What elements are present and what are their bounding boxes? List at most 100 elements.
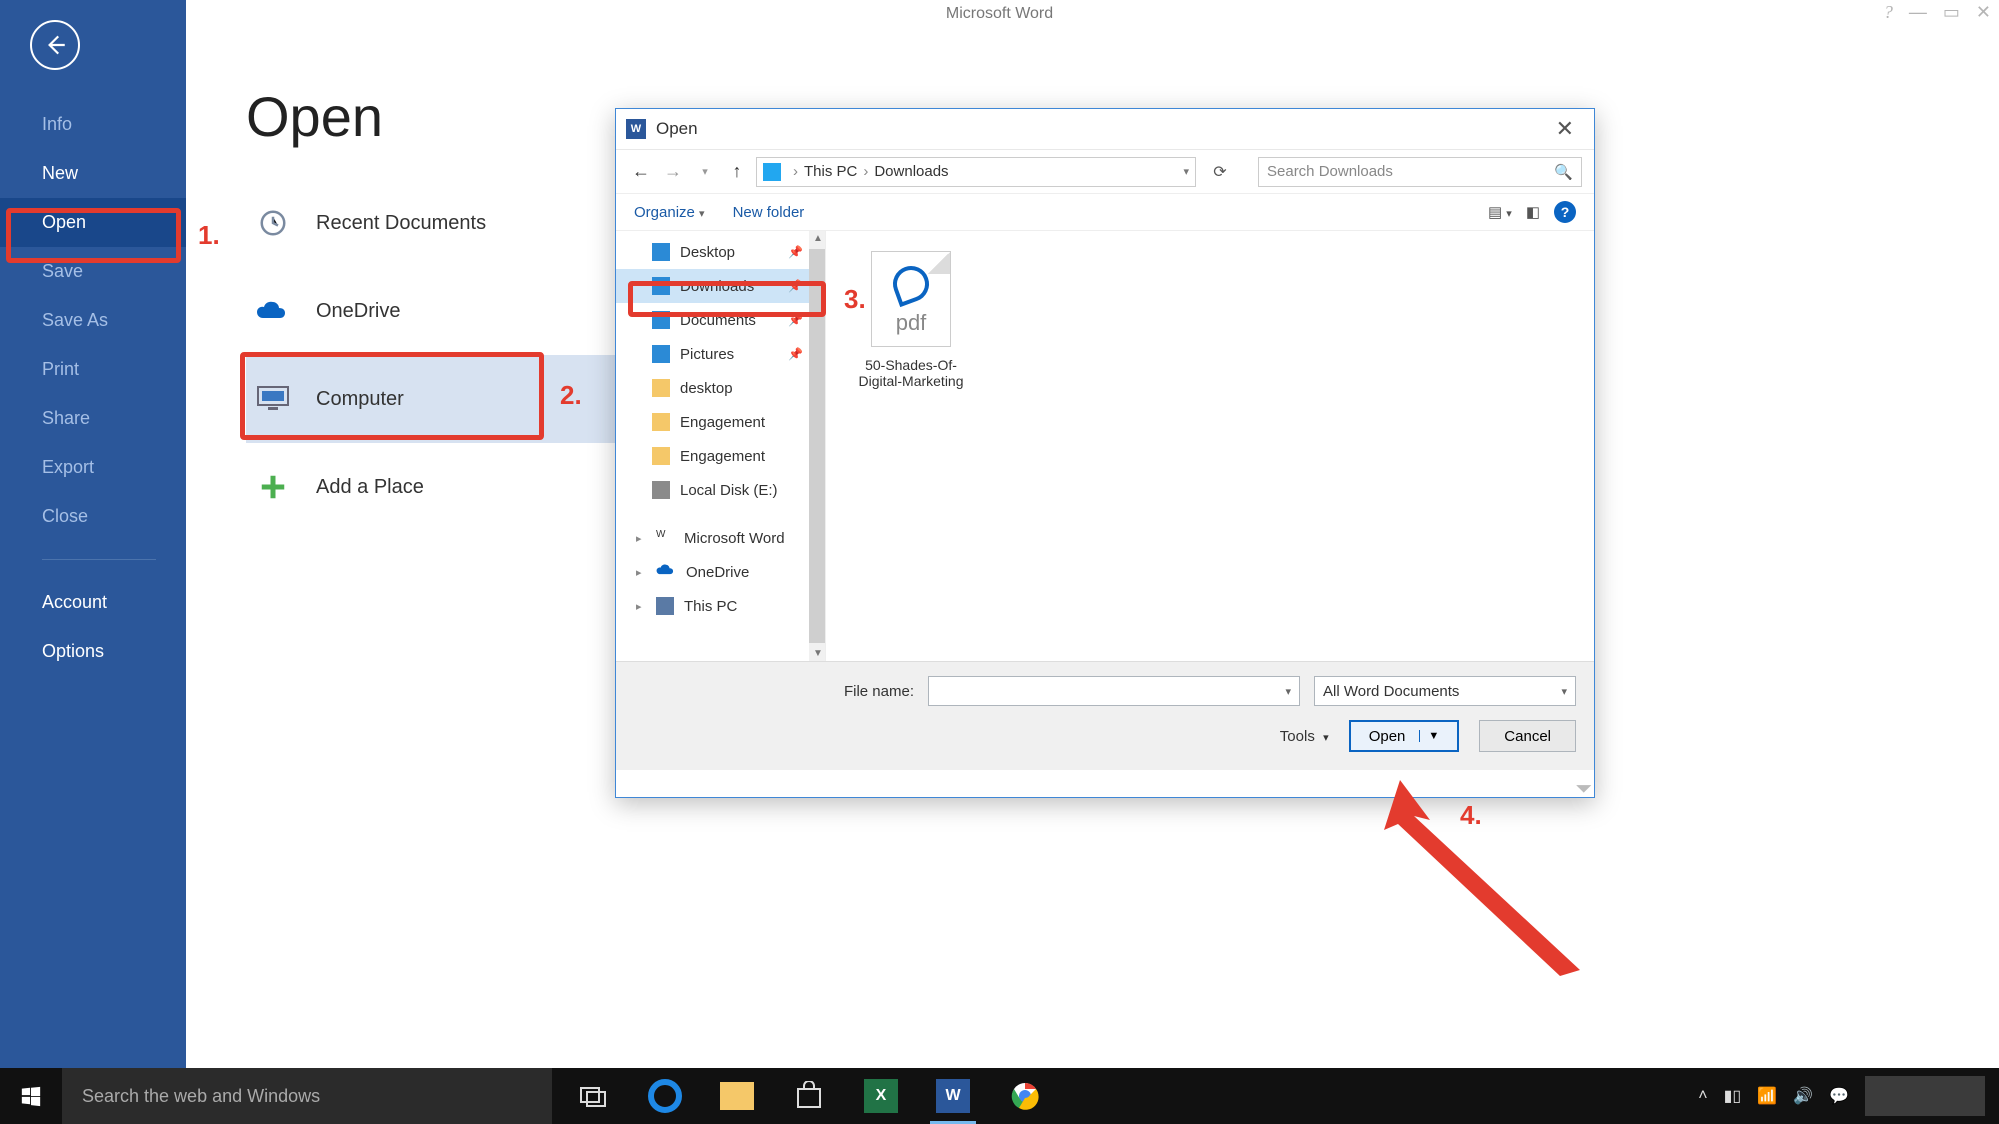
taskbar-app-excel[interactable]: X — [860, 1075, 902, 1117]
place-recent-documents[interactable]: Recent Documents — [246, 179, 666, 267]
backstage-item-save-as[interactable]: Save As — [0, 296, 186, 345]
cancel-button[interactable]: Cancel — [1479, 720, 1576, 752]
expand-icon[interactable]: ▸ — [636, 600, 646, 613]
scrollbar[interactable]: ▲ ▼ — [809, 231, 825, 661]
backstage-item-save[interactable]: Save — [0, 247, 186, 296]
taskbar-app-word[interactable]: W — [932, 1075, 974, 1117]
place-onedrive[interactable]: OneDrive — [246, 267, 666, 355]
callout-label-2: 2. — [560, 380, 582, 411]
taskbar-app-edge[interactable] — [644, 1075, 686, 1117]
tray-expand-icon[interactable]: ˄ — [1698, 1087, 1707, 1105]
task-view-button[interactable] — [572, 1075, 614, 1117]
expand-icon[interactable]: ▸ — [636, 566, 646, 579]
tree-item-folder[interactable]: Engagement — [616, 405, 825, 439]
volume-icon[interactable]: 🔊 — [1793, 1086, 1813, 1106]
chrome-icon — [1010, 1081, 1040, 1111]
filetype-select[interactable]: All Word Documents▾ — [1314, 676, 1576, 706]
dialog-help-button[interactable]: ? — [1554, 201, 1576, 223]
open-split-dropdown[interactable]: ▼ — [1419, 730, 1439, 742]
taskbar-app-chrome[interactable] — [1004, 1075, 1046, 1117]
place-label: Add a Place — [316, 476, 424, 499]
breadcrumb-path[interactable]: › This PC › Downloads ▾ — [756, 157, 1196, 187]
open-button[interactable]: Open▼ — [1349, 720, 1460, 752]
scrollbar-thumb[interactable] — [809, 249, 825, 643]
back-button[interactable] — [30, 20, 80, 70]
file-item[interactable]: pdf 50-Shades-Of-Digital-Marketing — [846, 251, 976, 389]
backstage-item-account[interactable]: Account — [0, 578, 186, 627]
preview-pane-button[interactable]: ◧ — [1526, 203, 1540, 221]
word-icon: W — [936, 1079, 970, 1113]
nav-forward-button[interactable]: → — [660, 161, 686, 182]
callout-label-4: 4. — [1460, 800, 1482, 831]
tree-group-onedrive[interactable]: ▸OneDrive — [616, 555, 825, 589]
pin-icon: 📌 — [788, 279, 803, 293]
file-list[interactable]: pdf 50-Shades-Of-Digital-Marketing — [826, 231, 1594, 661]
tree-item-folder[interactable]: desktop — [616, 371, 825, 405]
tree-item-desktop[interactable]: Desktop📌 — [616, 235, 825, 269]
filename-input[interactable]: ▾ — [928, 676, 1300, 706]
scroll-up-icon[interactable]: ▲ — [813, 233, 823, 244]
notifications-icon[interactable]: 💬 — [1829, 1086, 1849, 1106]
titlebar: Microsoft Word ? — ▭ ✕ — [0, 0, 1999, 28]
tree-item-pictures[interactable]: Pictures📌 — [616, 337, 825, 371]
backstage-item-new[interactable]: New — [0, 149, 186, 198]
pin-icon: 📌 — [788, 347, 803, 361]
tree-group-this-pc[interactable]: ▸This PC — [616, 589, 825, 623]
tree-group-word[interactable]: ▸WMicrosoft Word — [616, 521, 825, 555]
nav-recent-dropdown[interactable]: ▾ — [692, 165, 718, 178]
organize-menu[interactable]: Organize ▾ — [634, 204, 705, 221]
pin-icon: 📌 — [788, 313, 803, 327]
dialog-nav-bar: ← → ▾ ↑ › This PC › Downloads ▾ ⟳ Search… — [616, 149, 1594, 193]
backstage-item-options[interactable]: Options — [0, 627, 186, 676]
tools-menu[interactable]: Tools ▾ — [1280, 728, 1329, 745]
close-window-button[interactable]: ✕ — [1976, 2, 1991, 23]
folder-icon — [720, 1082, 754, 1110]
arrow-left-icon — [42, 32, 68, 58]
scroll-down-icon[interactable]: ▼ — [813, 648, 823, 659]
backstage-item-print[interactable]: Print — [0, 345, 186, 394]
chevron-down-icon[interactable]: ▾ — [1183, 165, 1189, 178]
file-thumbnail: pdf — [871, 251, 951, 347]
dialog-close-button[interactable]: ✕ — [1546, 116, 1584, 142]
tree-item-local-disk[interactable]: Local Disk (E:) — [616, 473, 825, 507]
backstage-sidebar: Info New Open Save Save As Print Share E… — [0, 0, 186, 1068]
backstage-item-share[interactable]: Share — [0, 394, 186, 443]
nav-up-button[interactable]: ↑ — [724, 161, 750, 182]
dialog-footer: File name: ▾ All Word Documents▾ Tools ▾… — [616, 661, 1594, 770]
expand-icon[interactable]: ▸ — [636, 532, 646, 545]
battery-icon[interactable]: ▮▯ — [1724, 1086, 1742, 1106]
tree-item-documents[interactable]: Documents📌 — [616, 303, 825, 337]
taskbar-search-input[interactable]: Search the web and Windows — [62, 1068, 552, 1124]
backstage-item-open[interactable]: Open — [0, 198, 186, 247]
chevron-right-icon: › — [863, 163, 868, 180]
minimize-button[interactable]: — — [1909, 2, 1927, 23]
wifi-icon[interactable]: 📶 — [1757, 1086, 1777, 1106]
chevron-down-icon: ▾ — [699, 208, 705, 220]
taskbar-clock[interactable] — [1865, 1076, 1985, 1116]
place-add-a-place[interactable]: Add a Place — [246, 443, 666, 531]
maximize-button[interactable]: ▭ — [1943, 2, 1960, 23]
tree-item-folder[interactable]: Engagement — [616, 439, 825, 473]
breadcrumb-segment[interactable]: Downloads — [874, 163, 948, 180]
refresh-button[interactable]: ⟳ — [1208, 162, 1232, 182]
nav-back-button[interactable]: ← — [628, 161, 654, 182]
backstage-item-close[interactable]: Close — [0, 492, 186, 541]
start-button[interactable] — [0, 1068, 62, 1124]
chevron-down-icon: ▾ — [1561, 685, 1567, 698]
help-icon[interactable]: ? — [1884, 2, 1893, 23]
word-icon: W — [656, 529, 674, 547]
backstage-item-info[interactable]: Info — [0, 100, 186, 149]
view-mode-button[interactable]: ▤ ▾ — [1488, 203, 1512, 221]
place-computer[interactable]: Computer — [246, 355, 666, 443]
resize-grip-icon[interactable]: ◢ — [1575, 775, 1595, 795]
new-folder-button[interactable]: New folder — [733, 204, 805, 221]
store-icon — [794, 1081, 824, 1111]
backstage-item-export[interactable]: Export — [0, 443, 186, 492]
taskbar-app-explorer[interactable] — [716, 1075, 758, 1117]
taskbar-app-store[interactable] — [788, 1075, 830, 1117]
edge-icon — [888, 261, 934, 307]
breadcrumb-segment[interactable]: This PC — [804, 163, 857, 180]
search-input[interactable]: Search Downloads 🔍 — [1258, 157, 1582, 187]
tree-item-downloads[interactable]: Downloads📌 — [616, 269, 825, 303]
folder-icon — [652, 413, 670, 431]
